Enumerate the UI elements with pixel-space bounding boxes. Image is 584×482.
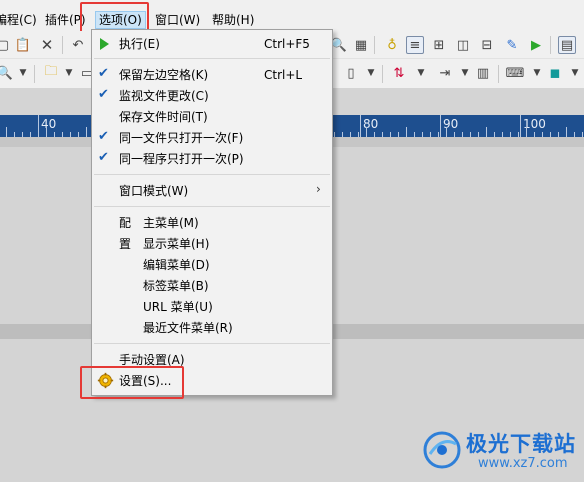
toolbar-separator: [374, 36, 375, 54]
watermark-logo-icon: [423, 431, 461, 469]
toolbar-separator: [62, 36, 63, 54]
menu-url-menu[interactable]: URL 菜单(U): [92, 296, 332, 317]
menu-same-program-open-once[interactable]: ✔ 同一程序只打开一次(P): [92, 148, 332, 169]
menu-main-menu[interactable]: 配 主菜单(M): [92, 212, 332, 233]
folder-icon[interactable]: 🗀: [42, 64, 60, 82]
sort-icon[interactable]: ⇅: [390, 64, 408, 82]
menu-monitor-file-changes[interactable]: ✔ 监视文件更改(C): [92, 85, 332, 106]
calculator-icon[interactable]: ▤: [558, 36, 576, 54]
options-dropdown-menu: 执行(E) Ctrl+F5 ✔ 保留左边空格(K) Ctrl+L ✔ 监视文件更…: [91, 29, 333, 396]
ruler-minor-tick: [366, 127, 367, 137]
menu-item-plugins[interactable]: 插件(P): [45, 11, 86, 29]
watermark: 极光下载站 www.xz7.com: [422, 428, 582, 476]
menu-separator: [94, 343, 330, 344]
menu-separator: [94, 58, 330, 59]
indent-icon[interactable]: ⇥: [436, 64, 454, 82]
menu-keep-left-margin[interactable]: ✔ 保留左边空格(K) Ctrl+L: [92, 64, 332, 85]
ruler-minor-tick: [486, 127, 487, 137]
gear-icon: [97, 372, 114, 389]
chevron-down-icon[interactable]: ▼: [412, 64, 430, 82]
check-icon: ✔: [98, 87, 109, 102]
ruler-label-40: 40: [41, 117, 57, 131]
panel-icon[interactable]: ◼: [546, 64, 564, 82]
delete-icon[interactable]: ✕: [38, 36, 56, 54]
menu-save-file-time[interactable]: 保存文件时间(T): [92, 106, 332, 127]
ruler-minor-tick: [46, 127, 47, 137]
undo-icon[interactable]: ↶: [69, 36, 87, 54]
bookmark-icon[interactable]: ♁: [383, 36, 401, 54]
split-horizontal-icon[interactable]: ⊞: [430, 36, 448, 54]
check-icon: ✔: [98, 150, 109, 165]
ruler-minor-tick: [406, 127, 407, 137]
menu-item-window[interactable]: 窗口(W): [155, 11, 200, 29]
chevron-down-icon[interactable]: ▼: [528, 64, 546, 82]
menu-item-options[interactable]: 选项(O): [95, 11, 146, 29]
menu-item-help[interactable]: 帮助(H): [212, 11, 254, 29]
keyboard-icon[interactable]: ⌨: [506, 64, 525, 82]
chevron-down-icon[interactable]: ▼: [456, 64, 474, 82]
menu-display-menu[interactable]: 置 显示菜单(H): [92, 233, 332, 254]
menu-settings[interactable]: 设置(S)...: [92, 370, 332, 391]
copy-icon[interactable]: ▢: [0, 36, 12, 54]
tool-icon[interactable]: ✎: [503, 36, 521, 54]
ruler-minor-tick: [566, 127, 567, 137]
split-rows-icon[interactable]: ⊟: [478, 36, 496, 54]
play-icon: [100, 38, 109, 50]
watermark-url: www.xz7.com: [478, 456, 568, 471]
menu-item-programming[interactable]: 编程(C): [0, 11, 37, 29]
toolbar-separator: [34, 65, 35, 83]
run-icon[interactable]: ▶: [527, 36, 545, 54]
menu-separator: [94, 174, 330, 175]
toolbar-separator: [498, 65, 499, 83]
chevron-down-icon[interactable]: ▼: [60, 64, 78, 82]
zoom-icon[interactable]: 🔍: [0, 64, 14, 82]
watermark-title: 极光下载站: [466, 432, 576, 456]
ruler-minor-tick: [86, 127, 87, 137]
file-icon[interactable]: ▥: [474, 64, 492, 82]
new-file-icon[interactable]: ▯: [342, 64, 360, 82]
check-icon: ✔: [98, 66, 109, 81]
chevron-down-icon[interactable]: ▼: [14, 64, 32, 82]
grid-icon[interactable]: ▦: [352, 36, 370, 54]
check-icon: ✔: [98, 129, 109, 144]
ruler-minor-tick: [6, 127, 7, 137]
chevron-down-icon[interactable]: ▼: [362, 64, 380, 82]
split-vertical-icon[interactable]: ◫: [454, 36, 472, 54]
menu-same-file-open-once[interactable]: ✔ 同一文件只打开一次(F): [92, 127, 332, 148]
menu-window-mode[interactable]: 窗口模式(W) ›: [92, 180, 332, 201]
menu-tab-menu[interactable]: 标签菜单(B): [92, 275, 332, 296]
paste-icon[interactable]: 📋: [14, 36, 32, 54]
chevron-down-icon[interactable]: ▼: [566, 64, 584, 82]
menu-separator: [94, 206, 330, 207]
toolbar-separator: [550, 36, 551, 54]
chevron-right-icon: ›: [316, 182, 321, 196]
menu-run[interactable]: 执行(E) Ctrl+F5: [92, 33, 332, 54]
toolbar-separator: [382, 65, 383, 83]
ruler-minor-tick: [526, 127, 527, 137]
ruler-minor-tick: [446, 127, 447, 137]
menu-bar: 编程(C) 插件(P) 选项(O) 窗口(W) 帮助(H): [0, 0, 584, 31]
menu-manual-settings[interactable]: 手动设置(A): [92, 349, 332, 370]
menu-recent-files-menu[interactable]: 最近文件菜单(R): [92, 317, 332, 338]
wrap-icon[interactable]: ≡: [406, 36, 424, 54]
menu-edit-menu[interactable]: 编辑菜单(D): [92, 254, 332, 275]
